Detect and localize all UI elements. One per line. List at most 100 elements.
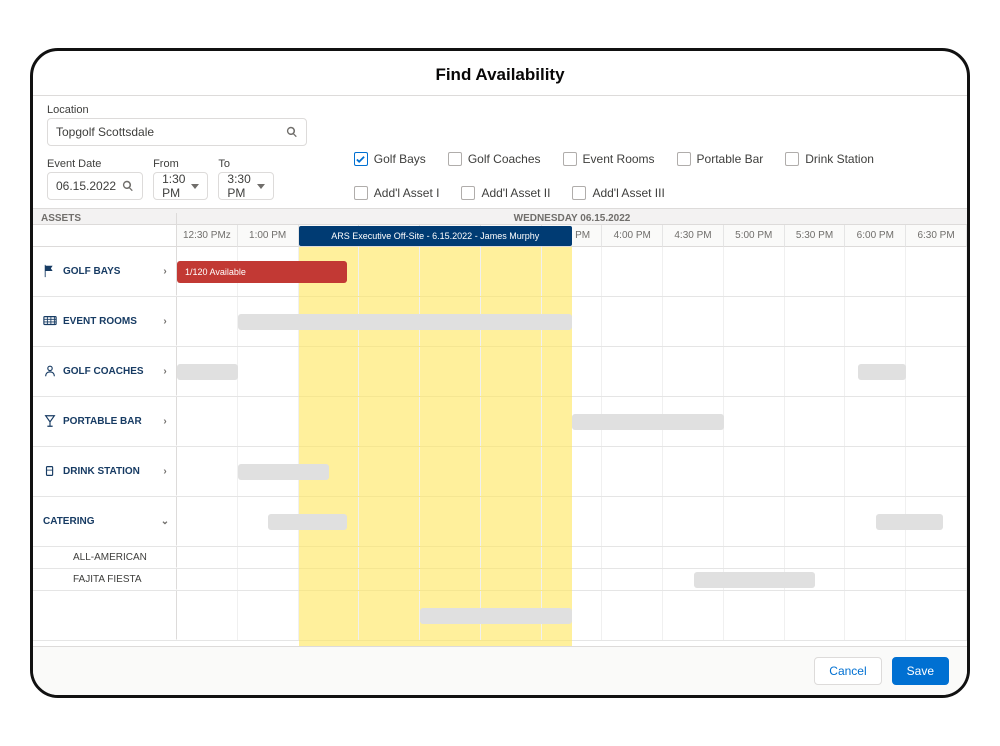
- asset-checkbox[interactable]: Portable Bar: [677, 152, 764, 166]
- save-button[interactable]: Save: [892, 657, 949, 685]
- time-slot: 12:30 PMz: [177, 225, 238, 247]
- row-canvas: 1/120 Available: [177, 247, 967, 296]
- location-input[interactable]: Topgolf Scottsdale: [47, 118, 307, 146]
- flag-icon: [43, 264, 57, 278]
- time-slot: 5:00 PM: [724, 225, 785, 247]
- caret-down-icon: [191, 184, 199, 189]
- row-canvas: [177, 547, 967, 568]
- asset-label[interactable]: GOLF COACHES›: [33, 347, 177, 396]
- cocktail-icon: [43, 414, 57, 428]
- checkbox-icon: [572, 186, 586, 200]
- to-label: To: [218, 158, 273, 170]
- time-slot: 5:30 PM: [785, 225, 846, 247]
- checkbox-label: Golf Bays: [374, 152, 426, 166]
- chevron-right-icon[interactable]: ›: [160, 316, 170, 327]
- checkbox-icon: [785, 152, 799, 166]
- filters-section: Location Topgolf Scottsdale Event Date 0…: [33, 96, 967, 209]
- caret-down-icon: [257, 184, 265, 189]
- busy-bar: [876, 514, 943, 530]
- asset-row-blank: [33, 591, 967, 641]
- row-canvas: [177, 447, 967, 496]
- modal-title: Find Availability: [33, 51, 967, 96]
- day-label: WEDNESDAY 06.15.2022: [177, 213, 967, 224]
- time-slot: 4:00 PM: [602, 225, 663, 247]
- asset-checkboxes: Golf Bays Golf Coaches Event Rooms Portable…: [354, 152, 953, 200]
- busy-bar: [238, 314, 572, 330]
- gantt-body: GOLF BAYS›1/120 AvailableEVENT ROOMS›GOL…: [33, 247, 967, 646]
- asset-checkbox[interactable]: Golf Coaches: [448, 152, 541, 166]
- grid-icon: [43, 314, 57, 328]
- asset-row-portable-bar: PORTABLE BAR›: [33, 397, 967, 447]
- checkbox-label: Drink Station: [805, 152, 874, 166]
- checkbox-label: Add'l Asset III: [592, 186, 664, 200]
- chevron-right-icon[interactable]: ›: [160, 366, 170, 377]
- asset-label[interactable]: GOLF BAYS›: [33, 247, 177, 296]
- checkbox-label: Add'l Asset II: [481, 186, 550, 200]
- checkbox-icon: [354, 186, 368, 200]
- asset-checkbox[interactable]: Drink Station: [785, 152, 874, 166]
- asset-checkbox[interactable]: Event Rooms: [563, 152, 655, 166]
- busy-bar: [268, 514, 347, 530]
- checkbox-icon: [677, 152, 691, 166]
- time-slot: 6:30 PM: [906, 225, 967, 247]
- checkbox-icon: [448, 152, 462, 166]
- busy-bar: [694, 572, 816, 588]
- busy-bar: [572, 414, 724, 430]
- checkbox-icon: [563, 152, 577, 166]
- row-canvas: [177, 347, 967, 396]
- asset-checkbox[interactable]: Golf Bays: [354, 152, 426, 166]
- busy-bar: [177, 364, 238, 380]
- asset-checkbox[interactable]: Add'l Asset I: [354, 186, 440, 200]
- to-input[interactable]: 3:30 PM: [218, 172, 273, 200]
- time-slot: 1:00 PM: [238, 225, 299, 247]
- search-icon: [122, 180, 134, 192]
- chevron-right-icon[interactable]: ›: [160, 466, 170, 477]
- busy-bar: [420, 608, 572, 624]
- from-label: From: [153, 158, 208, 170]
- asset-checkbox[interactable]: Add'l Asset III: [572, 186, 664, 200]
- row-canvas: [177, 497, 967, 546]
- busy-bar: [238, 464, 329, 480]
- asset-row-golf-coaches: GOLF COACHES›: [33, 347, 967, 397]
- checkbox-icon: [461, 186, 475, 200]
- event-date-input[interactable]: 06.15.2022: [47, 172, 143, 200]
- checkbox-label: Golf Coaches: [468, 152, 541, 166]
- cup-icon: [43, 464, 57, 478]
- chevron-down-icon[interactable]: ⌄: [160, 516, 170, 527]
- row-canvas: [177, 297, 967, 346]
- asset-label: ALL-AMERICAN: [33, 547, 177, 568]
- asset-row-drink-station: DRINK STATION›: [33, 447, 967, 497]
- availability-modal: Find Availability Location Topgolf Scott…: [30, 48, 970, 698]
- asset-label[interactable]: PORTABLE BAR›: [33, 397, 177, 446]
- row-canvas: [177, 397, 967, 446]
- time-slot: 4:30 PM: [663, 225, 724, 247]
- asset-label[interactable]: DRINK STATION›: [33, 447, 177, 496]
- asset-checkbox[interactable]: Add'l Asset II: [461, 186, 550, 200]
- chevron-right-icon[interactable]: ›: [160, 266, 170, 277]
- modal-footer: Cancel Save: [33, 646, 967, 695]
- asset-row-fajita-fiesta: FAJITA FIESTA: [33, 569, 967, 591]
- asset-row-all-american: ALL-AMERICAN: [33, 547, 967, 569]
- asset-label[interactable]: CATERING⌄: [33, 497, 177, 546]
- event-date-label: Event Date: [47, 158, 143, 170]
- time-header: 12:30 PMz1:00 PM1:30 PM2:00 PM2:30 PM3:0…: [177, 225, 967, 247]
- event-chip[interactable]: ARS Executive Off-Site - 6.15.2022 - Jam…: [299, 226, 572, 246]
- asset-label: [33, 591, 177, 640]
- person-icon: [43, 364, 57, 378]
- checkbox-icon: [354, 152, 368, 166]
- row-canvas: [177, 591, 967, 640]
- cancel-button[interactable]: Cancel: [814, 657, 881, 685]
- from-input[interactable]: 1:30 PM: [153, 172, 208, 200]
- asset-row-catering: CATERING⌄: [33, 497, 967, 547]
- assets-header: ASSETS: [33, 213, 177, 224]
- row-canvas: [177, 569, 967, 590]
- gantt-area: ASSETS WEDNESDAY 06.15.2022 12:30 PMz1:0…: [33, 209, 967, 646]
- asset-row-golf-bays: GOLF BAYS›1/120 Available: [33, 247, 967, 297]
- location-label: Location: [47, 104, 307, 116]
- search-icon: [286, 126, 298, 138]
- chevron-right-icon[interactable]: ›: [160, 416, 170, 427]
- asset-label: FAJITA FIESTA: [33, 569, 177, 590]
- availability-bar[interactable]: 1/120 Available: [177, 261, 347, 283]
- busy-bar: [858, 364, 907, 380]
- asset-label[interactable]: EVENT ROOMS›: [33, 297, 177, 346]
